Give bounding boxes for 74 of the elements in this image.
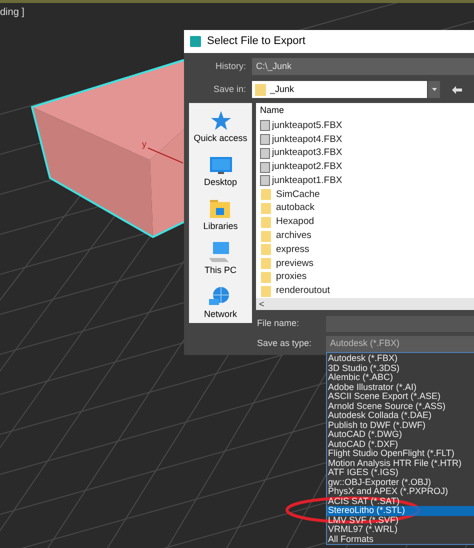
- file-item[interactable]: archives: [276, 230, 312, 242]
- file-item[interactable]: junkteapot5.FBX: [272, 120, 342, 132]
- dropdown-option[interactable]: ATF IGES (*.IGS): [327, 468, 474, 478]
- dropdown-option[interactable]: VRML97 (*.WRL): [327, 525, 474, 534]
- field-label: File name:: [257, 317, 300, 330]
- folder-icon: [261, 244, 271, 256]
- folder-icon: [261, 216, 271, 228]
- file-item[interactable]: junkteapot1.FBX: [272, 174, 342, 187]
- place-link[interactable]: Libraries: [203, 220, 238, 232]
- place-link[interactable]: This PC: [204, 264, 236, 276]
- dropdown-option[interactable]: StereoLitho (*.STL): [327, 506, 474, 516]
- computer-icon: [209, 242, 232, 262]
- file-item[interactable]: Hexapod: [276, 216, 314, 228]
- file-item[interactable]: SimCache: [276, 188, 320, 201]
- dropdown-option[interactable]: 3D Studio (*.3DS): [327, 364, 474, 373]
- folder-icon: [261, 189, 271, 200]
- folder-icon: [261, 230, 271, 242]
- viewport-label: ding ]: [0, 6, 24, 20]
- dropdown-option[interactable]: All Formats: [327, 534, 474, 544]
- field-label: Save in:: [212, 82, 247, 96]
- column-header[interactable]: Name: [260, 104, 284, 118]
- field-label: History:: [214, 60, 247, 73]
- axis-label: y: [142, 140, 146, 149]
- dropdown-option[interactable]: Autodesk (*.FBX): [327, 354, 474, 364]
- dropdown-option[interactable]: AutoCAD (*.DWG): [327, 430, 474, 440]
- app-icon: [190, 36, 201, 47]
- place-link[interactable]: Quick access: [194, 132, 248, 144]
- dropdown-option[interactable]: Motion Analysis HTR File (*.HTR): [327, 458, 474, 468]
- monitor-icon: [210, 157, 232, 174]
- file-item[interactable]: autoback: [276, 202, 315, 214]
- axis-line: [148, 148, 184, 164]
- folder-icon: [261, 202, 271, 214]
- file-icon: [260, 162, 270, 173]
- file-item[interactable]: junkteapot4.FBX: [272, 134, 342, 146]
- file-item[interactable]: junkteapot3.FBX: [272, 147, 342, 160]
- folder-icon: [255, 84, 266, 96]
- star-icon: [210, 111, 230, 130]
- dropdown-option[interactable]: ASCII Scene Export (*.ASE): [327, 392, 474, 402]
- horizontal-scrollbar[interactable]: <: [256, 298, 474, 310]
- dropdown-option[interactable]: Arnold Scene Source (*.ASS): [327, 402, 474, 411]
- folder-icon: [210, 198, 230, 218]
- window-title: Select File to Export: [207, 34, 306, 50]
- folder-name: _Junk: [270, 82, 294, 96]
- file-icon: [260, 148, 270, 159]
- file-type-dropdown[interactable]: Autodesk (*.FBX): [326, 336, 474, 352]
- file-item[interactable]: previews: [276, 258, 314, 270]
- dropdown-option[interactable]: gw::OBJ-Exporter (*.OBJ): [327, 478, 474, 487]
- file-item[interactable]: junkteapot2.FBX: [272, 161, 342, 174]
- file-icon: [260, 175, 270, 186]
- place-link[interactable]: Desktop: [204, 176, 238, 188]
- file-item[interactable]: express: [276, 244, 310, 256]
- dropdown-button[interactable]: [428, 81, 440, 98]
- dropdown-option[interactable]: Publish to DWF (*.DWF): [327, 420, 474, 430]
- scroll-arrow[interactable]: <: [259, 300, 264, 309]
- dropdown-option[interactable]: PhysX and APEX (*.PXPROJ): [327, 487, 474, 496]
- file-icon: [260, 120, 270, 132]
- back-arrow-icon[interactable]: [452, 86, 462, 94]
- dropdown-option[interactable]: AutoCAD (*.DXF): [327, 440, 474, 449]
- file-item[interactable]: proxies: [276, 271, 307, 284]
- history-field[interactable]: C:\_Junk: [252, 58, 474, 75]
- caret-icon: [432, 88, 436, 91]
- field-label: Save as type:: [257, 337, 313, 350]
- dropdown-option[interactable]: Flight Studio OpenFlight (*.FLT): [327, 449, 474, 458]
- globe-icon: [209, 286, 232, 306]
- dropdown-option[interactable]: Autodesk Collada (*.DAE): [327, 411, 474, 420]
- dropdown-option[interactable]: Adobe Illustrator (*.AI): [327, 382, 474, 392]
- folder-icon: [261, 272, 271, 283]
- folder-icon: [261, 286, 271, 297]
- save-in-field[interactable]: _Junk: [252, 81, 427, 98]
- folder-icon: [261, 258, 271, 270]
- file-item[interactable]: renderoutout: [276, 285, 330, 298]
- place-link[interactable]: Network: [204, 308, 237, 320]
- file-icon: [260, 134, 270, 146]
- dropdown-option[interactable]: Alembic (*.ABC): [327, 373, 474, 382]
